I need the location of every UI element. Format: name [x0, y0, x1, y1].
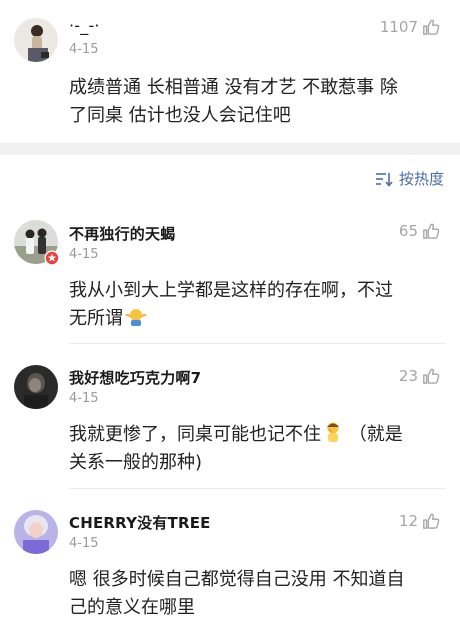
shrug-emoji	[125, 309, 147, 326]
verified-badge-icon	[44, 250, 60, 266]
sort-label: 按热度	[398, 170, 444, 188]
comment-line: 无所谓	[69, 308, 123, 329]
avatar[interactable]	[14, 510, 58, 554]
comment-line: 我就更惨了，同桌可能也记不住	[69, 424, 321, 445]
comment-date: 4-15	[69, 536, 99, 551]
sort-icon	[375, 172, 393, 187]
comment-line: 成绩普通 长相普通 没有才艺 不敢惹事 除	[69, 77, 398, 98]
comment-text: 嗯 很多时候自己都觉得自己没用 不知道自 己的意义在哪里	[69, 566, 444, 622]
comment-list-page: ·-_-· 4-15 1107 成绩普通 长相普通 没有才艺 不敢惹事 除 了同…	[0, 0, 460, 628]
comment-text: 成绩普通 长相普通 没有才艺 不敢惹事 除 了同桌 估计也没人会记住吧	[69, 74, 444, 130]
facepalm-emoji	[327, 422, 339, 442]
like-count: 65	[398, 222, 418, 240]
thumbs-up-icon	[423, 19, 440, 35]
comment-line: 己的意义在哪里	[69, 597, 195, 618]
like-button[interactable]: 65	[399, 222, 440, 240]
username[interactable]: CHERRY没有TREE	[69, 512, 211, 533]
sort-by-hot-button[interactable]: 按热度	[375, 168, 444, 189]
comment-line: 了同桌 估计也没人会记住吧	[69, 105, 291, 126]
avatar[interactable]	[14, 18, 58, 62]
thumbs-up-icon	[423, 223, 440, 239]
like-count: 12	[398, 512, 418, 530]
like-button[interactable]: 23	[399, 367, 440, 385]
avatar[interactable]	[14, 365, 58, 409]
comment-text: 我就更惨了，同桌可能也记不住 （就是 关系一般的那种)	[69, 421, 444, 477]
username[interactable]: 我好想吃巧克力啊7	[69, 367, 201, 388]
username[interactable]: ·-_-·	[69, 16, 100, 35]
like-count: 23	[398, 367, 418, 385]
thumbs-up-icon	[423, 513, 440, 529]
thumbs-up-icon	[423, 368, 440, 384]
comment-date: 4-15	[69, 42, 99, 57]
username[interactable]: 不再独行的天蝎	[69, 223, 175, 244]
comment-separator	[69, 488, 446, 489]
like-button[interactable]: 1107	[380, 18, 440, 36]
comment-separator	[69, 343, 446, 344]
comment-text: 我从小到大上学都是这样的存在啊，不过 无所谓	[69, 277, 444, 333]
like-count: 1107	[379, 18, 418, 36]
section-divider	[0, 143, 460, 155]
comment-date: 4-15	[69, 391, 99, 406]
comment-line: 我从小到大上学都是这样的存在啊，不过	[69, 280, 393, 301]
comment-line: （就是	[348, 424, 403, 445]
comment-date: 4-15	[69, 247, 99, 262]
like-button[interactable]: 12	[399, 512, 440, 530]
comment-line: 嗯 很多时候自己都觉得自己没用 不知道自	[69, 569, 405, 590]
comment-line: 关系一般的那种)	[69, 452, 203, 473]
